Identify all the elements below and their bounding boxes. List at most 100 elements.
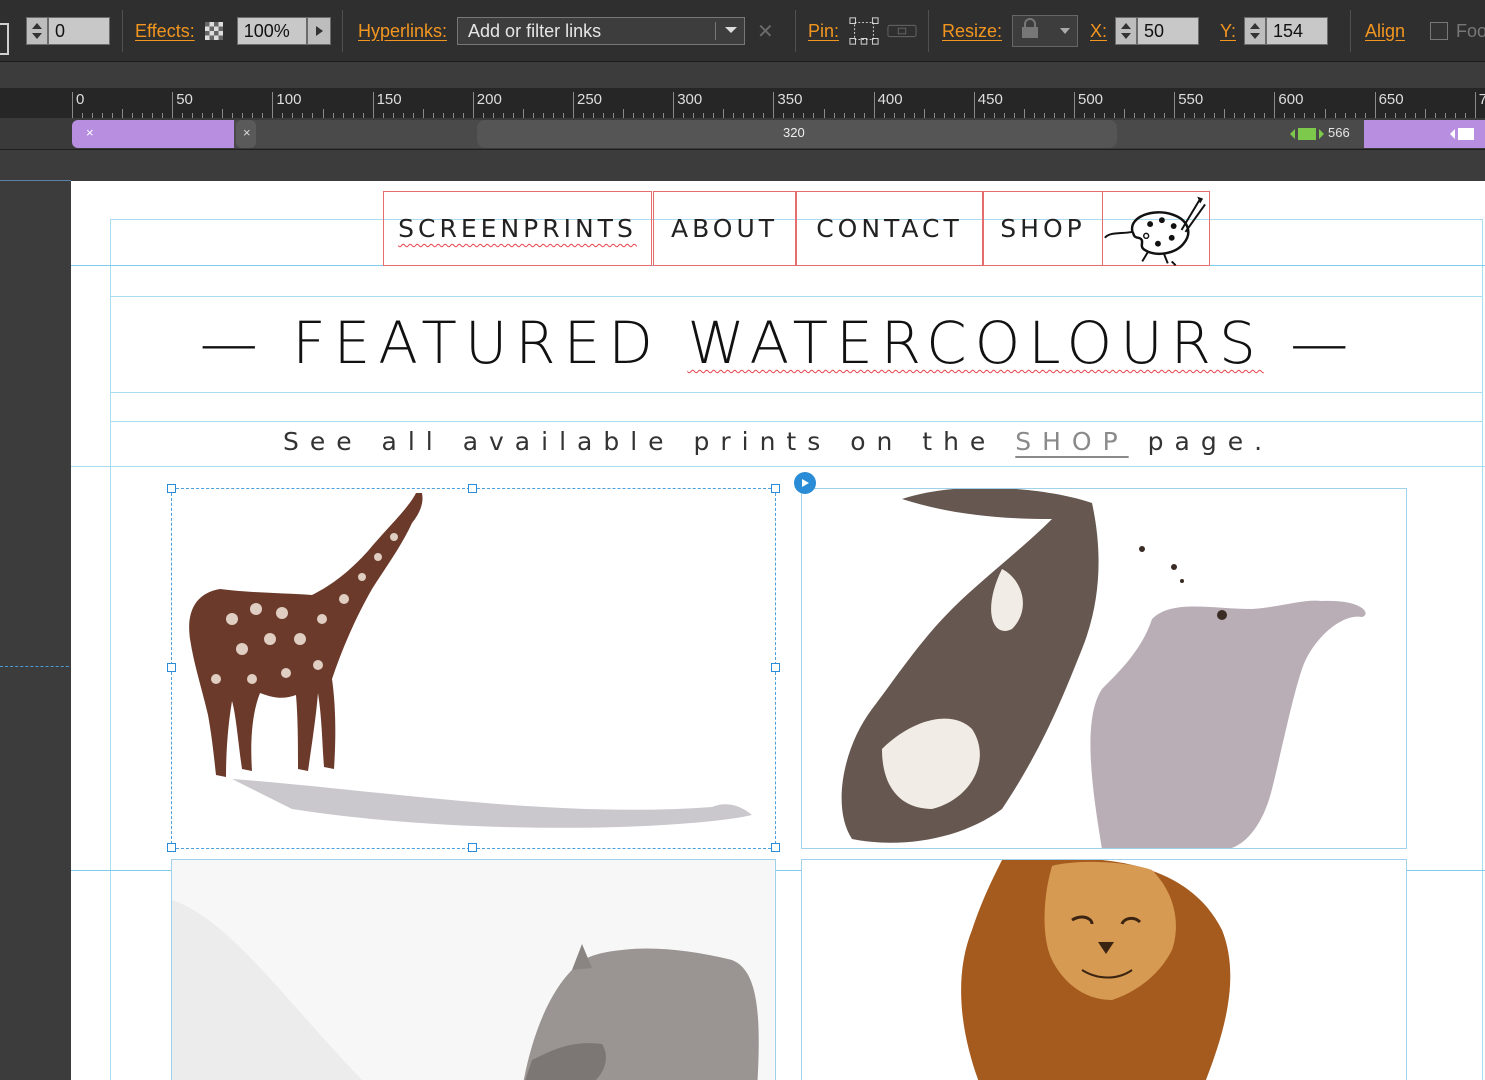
ruler-label: 350 — [777, 91, 803, 108]
y-input[interactable]: 154 — [1266, 17, 1329, 45]
ruler-tick — [72, 92, 73, 118]
align-label[interactable]: Align — [1365, 21, 1405, 42]
nav-contact[interactable]: CONTACT — [796, 191, 983, 266]
control-bar: 0 Effects: 100% Hyperlinks: Add or filte… — [0, 0, 1485, 62]
footer-checkbox[interactable] — [1430, 22, 1448, 40]
shop-link[interactable]: SHOP — [1015, 427, 1128, 456]
shop-subline[interactable]: See all available prints on the SHOP pag… — [71, 427, 1485, 456]
ruler-tick — [122, 109, 124, 118]
pin-label[interactable]: Pin: — [808, 21, 839, 42]
breakpoint-handle-icon[interactable] — [1450, 126, 1480, 147]
ruler-tick — [923, 109, 925, 118]
ruler-tick — [472, 92, 474, 118]
y-label[interactable]: Y: — [1220, 21, 1236, 42]
x-input[interactable]: 50 — [1137, 17, 1200, 45]
close-breakpoint-icon[interactable]: × — [243, 125, 251, 140]
chevron-down-icon — [1059, 22, 1071, 40]
ruler-label: 550 — [1178, 91, 1204, 108]
nav-label: SCREENPRINTS — [398, 214, 637, 243]
ruler-tick — [1023, 109, 1025, 118]
hyperlinks-select[interactable]: Add or filter links — [457, 17, 746, 45]
ruler-tick — [1424, 109, 1426, 118]
ruler-label: 0 — [76, 91, 85, 108]
ruler-tick — [1174, 92, 1176, 118]
resize-handle[interactable] — [468, 484, 477, 493]
ruler-label: 450 — [977, 91, 1003, 108]
resize-handle[interactable] — [167, 843, 176, 852]
bull-watercolour[interactable] — [801, 488, 1407, 849]
checker-icon[interactable] — [204, 22, 223, 40]
ruler-label: 50 — [176, 91, 193, 108]
rhino-watercolour[interactable] — [171, 859, 776, 1080]
resize-handle[interactable] — [771, 484, 780, 493]
lion-watercolour[interactable] — [801, 859, 1407, 1080]
x-stepper[interactable] — [1115, 17, 1138, 45]
page-canvas[interactable]: SCREENPRINTS ABOUT CONTACT SHOP — FEATUR… — [71, 181, 1485, 1080]
horizontal-ruler: 0 50 100 150 200 250 300 350 400 450 500 550 600 650 7… — [0, 88, 1485, 118]
y-stepper[interactable] — [1244, 17, 1267, 45]
breakpoint-bar: × × 320 566 — [0, 118, 1485, 150]
ruler-tick — [222, 109, 224, 118]
opacity-input[interactable]: 100% — [236, 17, 307, 45]
ruler-tick — [823, 109, 825, 118]
ruler-tick — [723, 109, 725, 118]
resize-handle[interactable] — [771, 843, 780, 852]
paint-palette-icon[interactable] — [1102, 191, 1210, 266]
ruler-tick — [1474, 92, 1476, 118]
ruler-label: 500 — [1078, 91, 1104, 108]
giraffe-watercolour[interactable] — [171, 488, 776, 849]
ruler-tick — [673, 92, 675, 118]
current-width-label: 320 — [783, 125, 805, 140]
nav-about[interactable]: ABOUT — [653, 191, 796, 266]
ruler-label: 100 — [276, 91, 302, 108]
resize-handle[interactable] — [167, 663, 176, 672]
ruler-tick — [172, 92, 174, 118]
ruler-tick — [1124, 109, 1126, 118]
play-arrow-icon[interactable] — [306, 17, 331, 45]
resize-label[interactable]: Resize: — [942, 21, 1002, 42]
breakpoint-value: 566 — [1328, 125, 1350, 140]
x-label[interactable]: X: — [1090, 21, 1107, 42]
angle-input[interactable]: 0 — [48, 17, 110, 45]
angle-stepper[interactable] — [26, 17, 48, 45]
breakpoint-range[interactable] — [72, 120, 234, 148]
pin-position-icon[interactable] — [849, 16, 879, 46]
ruler-label: 200 — [476, 91, 502, 108]
pasteboard-guide — [0, 180, 71, 181]
rhino-image — [172, 860, 775, 1080]
footer-label: Foo — [1456, 20, 1485, 41]
options-play-icon[interactable] — [794, 472, 816, 494]
page-heading[interactable]: — FEATURED WATERCOLOURS — — [71, 309, 1485, 377]
resize-handle[interactable] — [771, 663, 780, 672]
ruler-tick — [1274, 92, 1276, 118]
ruler-tick — [1074, 92, 1075, 118]
hyperlinks-label[interactable]: Hyperlinks: — [358, 21, 447, 42]
resize-handle[interactable] — [468, 843, 477, 852]
ruler-tick — [573, 92, 574, 118]
ruler-tick — [372, 92, 374, 118]
pin-center-icon[interactable] — [887, 16, 917, 46]
lock-icon — [1019, 17, 1041, 45]
frame-corner-icon — [0, 0, 14, 62]
giraffe-image — [189, 493, 752, 828]
ruler-tick — [1224, 109, 1226, 118]
ruler-tick — [1374, 92, 1376, 118]
ruler-label: 150 — [376, 91, 402, 108]
bull-image — [841, 489, 1366, 848]
resize-handle[interactable] — [167, 484, 176, 493]
nav-screenprints[interactable]: SCREENPRINTS — [383, 191, 652, 266]
effects-label[interactable]: Effects: — [135, 21, 195, 42]
clear-link-icon[interactable]: ✕ — [757, 19, 774, 44]
heading-suffix: — — [1290, 309, 1357, 377]
breakpoint-handle-icon[interactable] — [1290, 126, 1324, 147]
ruler-tick — [422, 109, 424, 118]
chevron-down-icon — [715, 22, 738, 40]
nav-label: SHOP — [1000, 214, 1086, 243]
resize-select[interactable] — [1012, 15, 1079, 47]
ruler-tick — [623, 109, 625, 118]
nav-shop[interactable]: SHOP — [983, 191, 1103, 266]
close-breakpoint-icon[interactable]: × — [86, 125, 94, 140]
ruler-label: 70 — [1478, 91, 1485, 108]
ruler-tick — [773, 92, 775, 118]
ruler-tick — [973, 92, 975, 118]
